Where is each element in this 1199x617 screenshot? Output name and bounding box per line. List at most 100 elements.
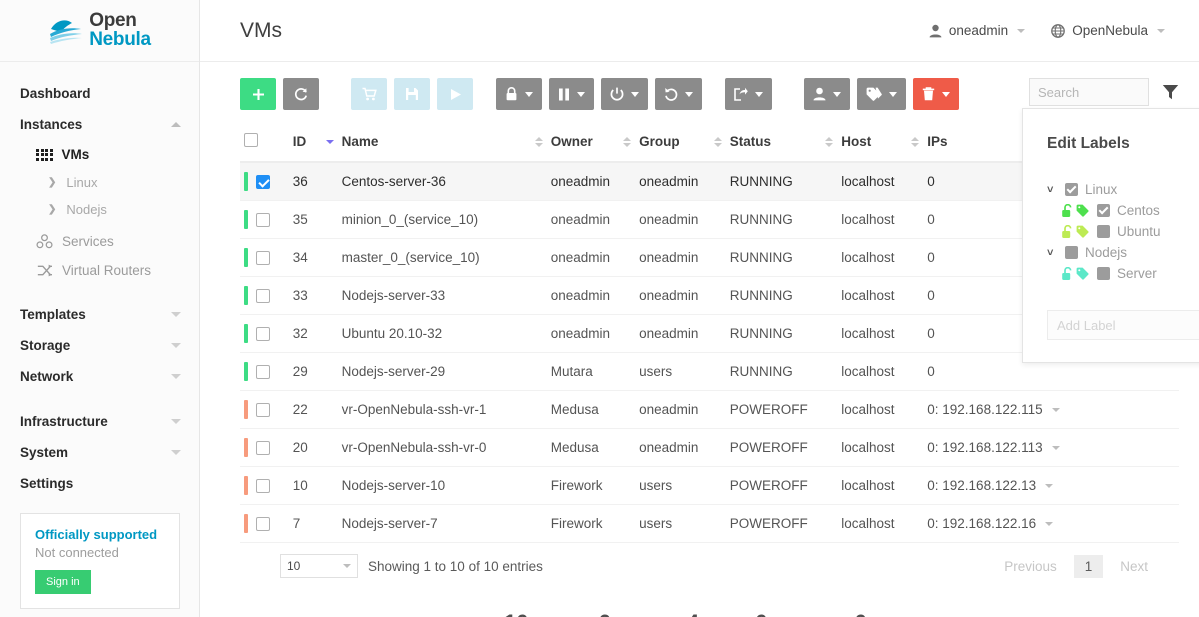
pagination-previous[interactable]: Previous: [993, 555, 1068, 578]
tag-icon[interactable]: [1076, 204, 1090, 217]
add-label-input[interactable]: [1047, 310, 1199, 340]
ip-value: 0: 192.168.122.16: [927, 516, 1037, 531]
sort-icon[interactable]: [911, 136, 920, 147]
resume-button[interactable]: [437, 78, 473, 110]
chevron-down-icon[interactable]: [1045, 483, 1054, 488]
row-checkbox[interactable]: [256, 516, 270, 531]
label-item-nodejs[interactable]: ˅ Nodejs: [1047, 242, 1199, 263]
th-group[interactable]: Group: [635, 126, 726, 163]
top-bar: VMs oneadmin OpenNebula: [200, 0, 1199, 62]
sidebar-item-instances[interactable]: Instances: [0, 109, 199, 140]
th-id[interactable]: ID: [288, 126, 338, 163]
row-checkbox[interactable]: [256, 440, 270, 455]
save-button[interactable]: [394, 78, 430, 110]
refresh-button[interactable]: [283, 78, 319, 110]
th-status[interactable]: Status: [725, 126, 838, 163]
funnel-icon[interactable]: [1162, 84, 1179, 100]
row-checkbox[interactable]: [256, 326, 270, 341]
page-length-select[interactable]: 10: [280, 554, 358, 578]
sidebar-item-settings[interactable]: Settings: [0, 468, 199, 499]
sort-icon[interactable]: [534, 136, 543, 147]
table-row[interactable]: 7 Nodejs-server-7 Firework users POWEROFF loc…: [240, 504, 1179, 543]
status-bar: [244, 400, 248, 419]
sidebar-item-storage[interactable]: Storage: [0, 330, 199, 361]
label-checkbox[interactable]: [1097, 225, 1110, 238]
sort-icon[interactable]: [325, 139, 334, 144]
sort-icon[interactable]: [713, 136, 722, 147]
chevron-down-icon[interactable]: ˅: [1047, 247, 1058, 259]
label-item-linux[interactable]: ˅ Linux: [1047, 179, 1199, 200]
lock-button[interactable]: [496, 78, 542, 110]
sign-in-button[interactable]: Sign in: [35, 570, 91, 594]
label-checkbox[interactable]: [1097, 267, 1110, 280]
ip-value: 0: [927, 212, 935, 227]
label-item-server[interactable]: Server: [1047, 263, 1199, 284]
reboot-button[interactable]: [655, 78, 702, 110]
cell-group: users: [635, 504, 726, 543]
search-input[interactable]: [1029, 78, 1149, 106]
sidebar-item-system[interactable]: System: [0, 437, 199, 468]
unlock-icon[interactable]: [1061, 224, 1074, 239]
label-icons: [1061, 224, 1090, 239]
create-button[interactable]: [240, 78, 276, 110]
chown-button[interactable]: [804, 78, 850, 110]
select-all-checkbox[interactable]: [244, 133, 258, 147]
app-root: Open Nebula Dashboard Instances VMs ❯ Li…: [0, 0, 1199, 617]
pagination-next[interactable]: Next: [1109, 555, 1159, 578]
row-checkbox[interactable]: [256, 250, 270, 265]
label-item-centos[interactable]: Centos: [1047, 200, 1199, 221]
sidebar-item-linux[interactable]: ❯ Linux: [0, 169, 199, 196]
th-owner[interactable]: Owner: [546, 126, 636, 163]
th-name[interactable]: Name: [337, 126, 547, 163]
chevron-down-icon[interactable]: [1045, 521, 1054, 526]
sidebar-item-nodejs[interactable]: ❯ Nodejs: [0, 196, 199, 223]
table-row[interactable]: 22 vr-OpenNebula-ssh-vr-1 Medusa oneadmin PO…: [240, 390, 1179, 429]
user-menu[interactable]: oneadmin: [929, 23, 1026, 38]
row-checkbox[interactable]: [256, 212, 270, 227]
sidebar-item-network[interactable]: Network: [0, 361, 199, 392]
row-checkbox[interactable]: [256, 364, 270, 379]
zone-menu[interactable]: OpenNebula: [1051, 23, 1165, 38]
unlock-icon[interactable]: [1061, 203, 1074, 218]
unlock-icon[interactable]: [1061, 266, 1074, 281]
labels-button[interactable]: [857, 78, 906, 110]
sort-icon[interactable]: [623, 136, 632, 147]
cell-owner: oneadmin: [546, 276, 636, 315]
chevron-down-icon[interactable]: ˅: [1047, 184, 1058, 196]
cell-group: oneadmin: [635, 390, 726, 429]
row-checkbox[interactable]: [256, 288, 270, 303]
opennebula-logo[interactable]: Open Nebula: [48, 11, 151, 49]
sidebar-item-templates[interactable]: Templates: [0, 299, 199, 330]
label-checkbox[interactable]: [1097, 204, 1110, 217]
sidebar-item-vms[interactable]: VMs: [0, 140, 199, 169]
row-checkbox[interactable]: [256, 174, 270, 189]
edit-labels-panel: Edit Labels ˅ Linux Centos Ubuntu ˅ Nodejs Ser…: [1022, 108, 1199, 363]
chevron-down-icon[interactable]: [1051, 445, 1060, 450]
sidebar-item-services[interactable]: Services: [0, 223, 199, 256]
pagination-page-1[interactable]: 1: [1073, 554, 1104, 578]
sidebar-item-virtual-routers[interactable]: Virtual Routers: [0, 256, 199, 285]
sort-icon[interactable]: [825, 136, 834, 147]
cell-id: 29: [288, 352, 338, 391]
pause-button[interactable]: [549, 78, 594, 110]
chevron-down-icon[interactable]: [1051, 407, 1060, 412]
th-host[interactable]: Host: [837, 126, 924, 163]
delete-button[interactable]: [913, 78, 959, 110]
label-item-ubuntu[interactable]: Ubuntu: [1047, 221, 1199, 242]
table-row[interactable]: 10 Nodejs-server-10 Firework users POWEROFF l…: [240, 466, 1179, 505]
tag-icon[interactable]: [1076, 225, 1090, 238]
label-checkbox[interactable]: [1065, 183, 1078, 196]
row-checkbox[interactable]: [256, 478, 270, 493]
sidebar-item-dashboard[interactable]: Dashboard: [0, 78, 199, 109]
logo-container[interactable]: Open Nebula: [0, 0, 199, 62]
power-button[interactable]: [601, 78, 648, 110]
cell-name: Centos-server-36: [337, 162, 547, 201]
tag-icon[interactable]: [1076, 267, 1090, 280]
th-select-all[interactable]: [240, 126, 289, 163]
migrate-button[interactable]: [725, 78, 772, 110]
label-checkbox[interactable]: [1065, 246, 1078, 259]
row-checkbox[interactable]: [256, 402, 270, 417]
deploy-button[interactable]: [351, 78, 387, 110]
table-row[interactable]: 20 vr-OpenNebula-ssh-vr-0 Medusa oneadmin PO…: [240, 428, 1179, 467]
sidebar-item-infrastructure[interactable]: Infrastructure: [0, 406, 199, 437]
